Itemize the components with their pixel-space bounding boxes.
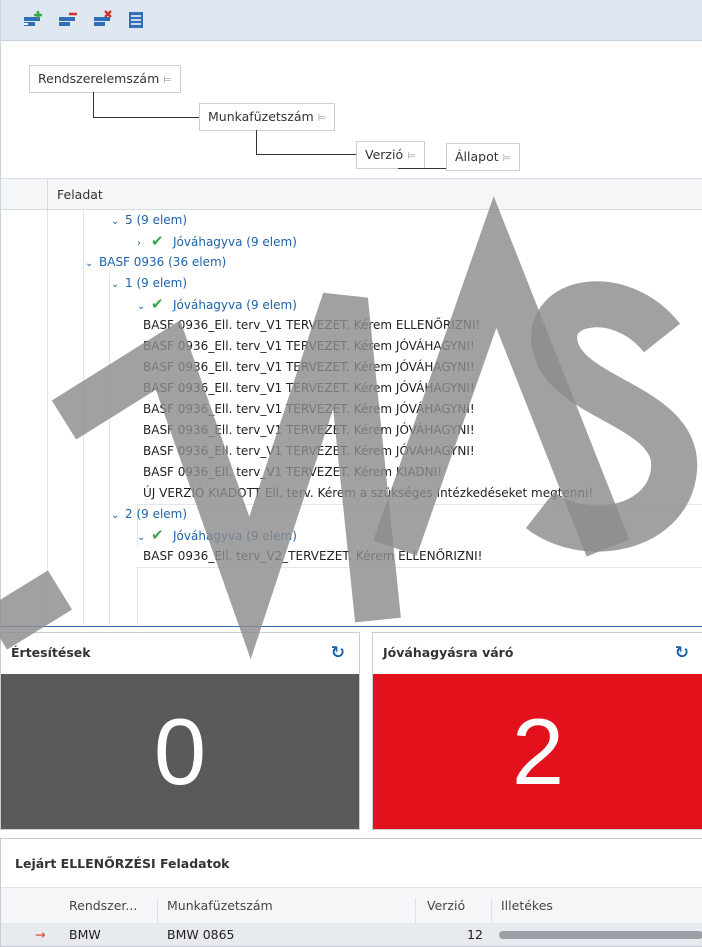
sort-icon: ⊨ — [163, 75, 172, 86]
arrow-right-icon: → — [35, 927, 46, 942]
task-cell: BASF 0936_Ell. terv_V1 TERVEZET. Kérem J… — [143, 381, 475, 395]
group-chip-munkafuzetszam[interactable]: Munkafüzetszám ⊨ — [199, 103, 336, 131]
panel-title: Lejárt ELLENŐRZÉSI Feladatok — [15, 856, 230, 871]
group-chip-label: Állapot — [455, 149, 499, 164]
group-connector — [398, 168, 446, 169]
cell-version: 12 — [467, 927, 483, 942]
awaiting-approval-tile[interactable]: Jóváhagyásra váró ↻ 2 — [372, 632, 702, 830]
check-icon: ✔ — [151, 526, 164, 544]
column-header-feladat[interactable]: Feladat — [57, 187, 103, 202]
task-cell: BASF 0936_Ell. terv_V1 TERVEZET. Kérem J… — [143, 423, 475, 437]
group-row-version-5[interactable]: ⌄ 5 (9 elem) — [111, 210, 187, 231]
chevron-down-icon[interactable]: ⌄ — [85, 254, 99, 274]
sort-icon: ⊨ — [502, 153, 512, 164]
group-chip-label: Munkafüzetszám — [208, 109, 314, 124]
grid-toolbar — [1, 0, 702, 41]
chevron-down-icon[interactable]: ⌄ — [137, 297, 151, 317]
group-label: BASF 0936 (36 elem) — [99, 255, 227, 269]
group-chip-label: Verzió — [365, 147, 404, 162]
task-cell: BASF 0936_Ell. terv_V1 TERVEZET. Kérem J… — [143, 360, 475, 374]
delete-row-button[interactable] — [92, 9, 116, 31]
table-row[interactable]: BASF 0936_Ell. terv_V1 TERVEZET. Kérem J… — [137, 357, 702, 379]
add-row-button[interactable] — [22, 9, 46, 31]
table-row[interactable]: → BMW BMW 0865 12 — [1, 923, 702, 946]
table-header: Rendszer... Munkafüzetszám Verzió Illeté… — [1, 887, 702, 933]
remove-row-icon — [59, 12, 77, 26]
table-row[interactable]: BASF 0936_Ell. terv_V1 TERVEZET. Kérem J… — [137, 399, 702, 421]
column-header-workbook[interactable]: Munkafüzetszám — [167, 898, 273, 913]
group-row-basf-0936[interactable]: ⌄ BASF 0936 (36 elem) — [85, 252, 226, 273]
grid-column-header: Feladat — [1, 179, 702, 210]
group-chip-verzio[interactable]: Verzió ⊨ — [356, 141, 425, 169]
tile-count: 0 — [153, 699, 207, 804]
refresh-icon[interactable]: ↻ — [675, 633, 689, 673]
table-row[interactable]: BASF 0936_Ell. terv_V1 TERVEZET. Kérem K… — [137, 462, 702, 484]
tile-body: 0 — [1, 674, 359, 829]
task-cell: BASF 0936_Ell. terv_V1 TERVEZET. Kérem J… — [143, 444, 475, 458]
notifications-tile[interactable]: Értesítések ↻ 0 — [0, 632, 360, 830]
column-header-responsible[interactable]: Illetékes — [501, 898, 553, 913]
task-cell: BASF 0936_Ell. terv_V1 TERVEZET. Kérem E… — [143, 318, 481, 332]
table-row[interactable]: ÚJ VERZIÓ KIADOTT Ell. terv. Kérem a szü… — [137, 483, 702, 505]
group-label: 1 (9 elem) — [125, 276, 188, 290]
remove-row-button[interactable] — [57, 9, 81, 31]
task-cell: ÚJ VERZIÓ KIADOTT Ell. terv. Kérem a szü… — [143, 486, 594, 500]
table-row[interactable]: BASF 0936_Ell. terv_V2_TERVEZET. Kérem E… — [137, 546, 702, 568]
group-connector — [93, 92, 200, 118]
list-icon — [129, 12, 143, 28]
cell-system: BMW — [69, 927, 101, 942]
row-indicator-gutter — [1, 179, 48, 209]
group-row-status-jovahagyva[interactable]: › ✔ Jóváhagyva (9 elem) — [137, 231, 297, 252]
task-cell: BASF 0936_Ell. terv_V2_TERVEZET. Kérem E… — [143, 549, 483, 563]
table-row[interactable]: BASF 0936_Ell. terv_V1 TERVEZET. Kérem J… — [137, 420, 702, 442]
group-label: 5 (9 elem) — [125, 213, 188, 227]
chevron-down-icon[interactable]: ⌄ — [137, 528, 151, 548]
add-row-icon — [24, 11, 42, 26]
group-row-status-jovahagyva[interactable]: ⌄ ✔ Jóváhagyva (9 elem) — [137, 525, 297, 546]
group-chip-label: Rendszerelemszám — [38, 71, 160, 86]
group-label: 2 (9 elem) — [125, 507, 188, 521]
group-by-area: Rendszerelemszám ⊨ Munkafüzetszám ⊨ Verzió… — [1, 41, 702, 179]
column-header-system[interactable]: Rendszer... — [69, 898, 137, 913]
group-chip-allapot[interactable]: Állapot ⊨ — [446, 143, 521, 171]
chevron-down-icon[interactable]: ⌄ — [111, 275, 125, 295]
table-row[interactable]: BASF 0936_Ell. terv_V1 TERVEZET. Kérem J… — [137, 378, 702, 400]
task-cell: BASF 0936_Ell. terv_V1 TERVEZET. Kérem J… — [143, 402, 475, 416]
delete-row-icon — [94, 10, 112, 26]
sort-icon: ⊨ — [407, 151, 416, 162]
list-view-button[interactable] — [125, 9, 149, 31]
table-row[interactable]: BASF 0936_Ell. terv_V1 TERVEZET. Kérem J… — [137, 336, 702, 358]
group-row-version-2[interactable]: ⌄ 2 (9 elem) — [111, 504, 187, 525]
group-label: Jóváhagyva (9 elem) — [173, 298, 297, 312]
group-connector — [256, 130, 357, 155]
column-header-version[interactable]: Verzió — [427, 898, 465, 913]
chevron-down-icon[interactable]: ⌄ — [111, 212, 125, 232]
check-icon: ✔ — [151, 295, 164, 313]
task-cell: BASF 0936_Ell. terv_V1 TERVEZET. Kérem K… — [143, 465, 443, 479]
tile-title: Jóváhagyásra váró — [373, 633, 702, 673]
tile-title: Értesítések — [1, 633, 359, 673]
group-label: Jóváhagyva (9 elem) — [173, 235, 297, 249]
cell-responsible-redacted — [499, 931, 702, 939]
tile-count: 2 — [511, 699, 565, 804]
tile-body: 2 — [373, 674, 702, 829]
sort-icon: ⊨ — [317, 113, 327, 124]
tree-guide — [47, 210, 48, 625]
table-row[interactable]: BASF 0936_Ell. terv_V1 TERVEZET. Kérem J… — [137, 441, 702, 463]
group-label: Jóváhagyva (9 elem) — [173, 529, 297, 543]
tree-guide — [83, 210, 84, 625]
overdue-tasks-panel: Lejárt ELLENŐRZÉSI Feladatok Rendszer...… — [0, 838, 702, 947]
chevron-right-icon[interactable]: › — [137, 234, 151, 254]
group-row-version-1[interactable]: ⌄ 1 (9 elem) — [111, 273, 187, 294]
group-chip-rendszerelemszam[interactable]: Rendszerelemszám ⊨ — [29, 65, 181, 93]
chevron-down-icon[interactable]: ⌄ — [111, 506, 125, 526]
task-cell: BASF 0936_Ell. terv_V1 TERVEZET. Kérem J… — [143, 339, 475, 353]
task-grid-panel: Rendszerelemszám ⊨ Munkafüzetszám ⊨ Verzió… — [0, 0, 702, 627]
group-row-status-jovahagyva[interactable]: ⌄ ✔ Jóváhagyva (9 elem) — [137, 294, 297, 315]
check-icon: ✔ — [151, 232, 164, 250]
refresh-icon[interactable]: ↻ — [331, 633, 345, 673]
tree-guide — [109, 273, 110, 625]
cell-workbook: BMW 0865 — [167, 927, 235, 942]
table-row[interactable]: BASF 0936_Ell. terv_V1 TERVEZET. Kérem E… — [137, 315, 702, 337]
